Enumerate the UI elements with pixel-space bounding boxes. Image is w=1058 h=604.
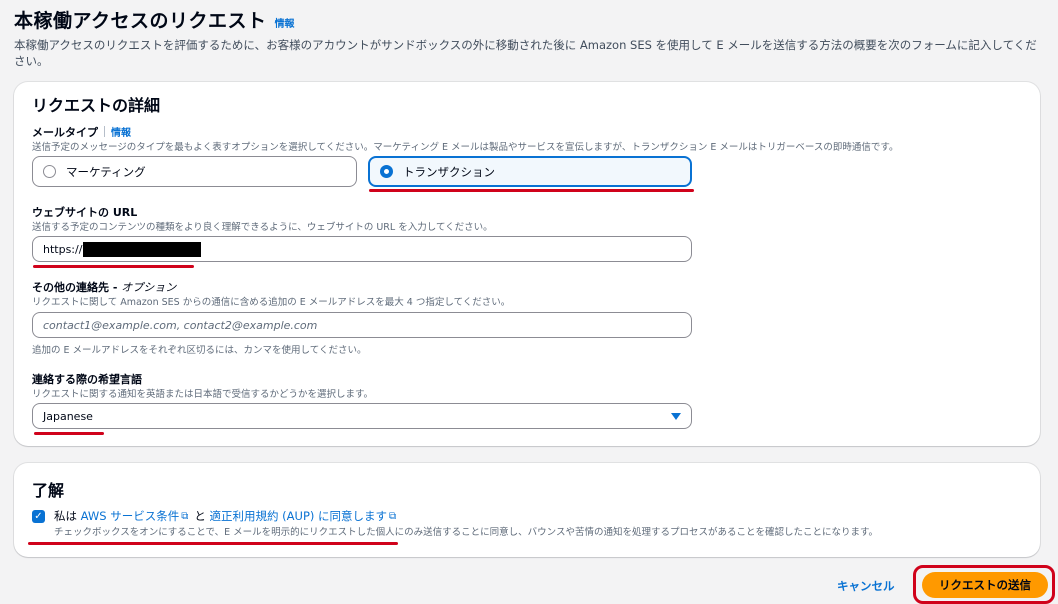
contacts-hint: 追加の E メールアドレスをそれぞれ区切るには、カンマを使用してください。 (32, 345, 367, 356)
agree-prefix: 私は (54, 509, 77, 523)
annotation-underline (28, 542, 398, 545)
mail-type-label: メールタイプ 情報 (32, 124, 131, 140)
contacts-input[interactable]: contact1@example.com, contact2@example.c… (32, 312, 692, 338)
optional-text: オプション (121, 281, 177, 294)
section-title-acknowledge: 了解 (32, 481, 65, 500)
page-description: 本稼働アクセスのリクエストを評価するために、お客様のアカウントがサンドボックスの… (14, 38, 1037, 68)
aup-link[interactable]: 適正利用規約 (AUP) に同意します (210, 508, 388, 524)
website-url-input[interactable]: https:// (32, 236, 692, 262)
submit-request-button[interactable]: リクエストの送信 (922, 572, 1048, 598)
request-details-panel: リクエストの詳細 メールタイプ 情報 送信予定のメッセージのタイプを最もよく表すオ… (14, 82, 1040, 446)
acknowledge-panel: 了解 ✓ 私は AWS サービス条件 ⧉ と 適正利用規約 (AUP) に同意し… (14, 463, 1040, 557)
caret-down-icon (671, 413, 681, 420)
agree-checkbox[interactable]: ✓ (32, 510, 45, 523)
cancel-button[interactable]: キャンセル (837, 578, 895, 594)
contacts-description: リクエストに関して Amazon SES からの通信に含める追加の E メールア… (32, 297, 511, 308)
info-link[interactable]: 情報 (275, 15, 295, 30)
language-description: リクエストに関する通知を英語または日本語で受信するかどうかを選択します。 (32, 389, 374, 400)
external-link-icon: ⧉ (181, 510, 189, 522)
external-link-icon: ⧉ (389, 510, 397, 522)
option-label: マーケティング (66, 164, 146, 179)
agree-conjunction: と (194, 509, 206, 523)
contacts-label: その他の連絡先 - オプション (32, 281, 177, 294)
annotation-underline (33, 265, 194, 268)
mail-type-option-marketing[interactable]: マーケティング (32, 156, 357, 187)
url-value: https:// (43, 242, 83, 256)
mail-type-description: 送信予定のメッセージのタイプを最もよく表すオプションを選択してください。マーケテ… (32, 142, 899, 153)
website-url-label: ウェブサイトの URL (32, 206, 138, 219)
mail-type-option-transactional[interactable]: トランザクション (368, 156, 692, 187)
redacted-block (83, 241, 202, 257)
language-value: Japanese (43, 409, 93, 423)
mail-type-info-link[interactable]: 情報 (111, 128, 131, 139)
website-url-description: 送信する予定のコンテンツの種類をより良く理解できるように、ウェブサイトの URL… (32, 222, 493, 233)
radio-icon[interactable] (43, 165, 56, 178)
aws-service-terms-link[interactable]: AWS サービス条件 (81, 508, 180, 524)
agree-label: 私は AWS サービス条件 ⧉ と 適正利用規約 (AUP) に同意します ⧉ (54, 508, 402, 524)
language-select[interactable]: Japanese (32, 403, 692, 429)
mail-type-label-text: メールタイプ (32, 126, 98, 139)
page-header: 本稼働アクセスのリクエスト 情報 本稼働アクセスのリクエストを評価するために、お… (14, 6, 1054, 69)
annotation-underline (369, 189, 694, 192)
page-title: 本稼働アクセスのリクエスト (14, 10, 267, 32)
radio-selected-icon[interactable] (380, 165, 393, 178)
option-label: トランザクション (403, 164, 495, 179)
contacts-label-text: その他の連絡先 (32, 281, 109, 294)
annotation-underline (34, 432, 104, 435)
agree-description: チェックボックスをオンにすることで、E メールを明示的にリクエストした個人にのみ… (54, 527, 879, 538)
section-title-details: リクエストの詳細 (32, 96, 161, 115)
language-label: 連絡する際の希望言語 (32, 373, 142, 386)
